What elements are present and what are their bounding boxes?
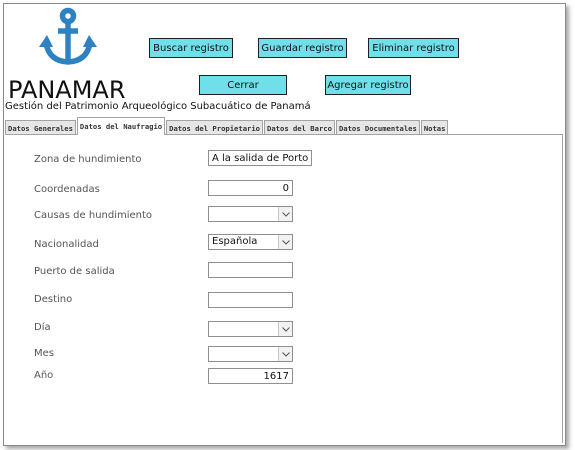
tab-notas[interactable]: Notas (420, 120, 449, 135)
destino-label: Destino (34, 294, 73, 305)
chevron-down-icon[interactable] (278, 347, 292, 361)
search-record-button[interactable]: Buscar registro (149, 38, 233, 58)
puerto-input[interactable] (208, 262, 293, 278)
tab-datos-generales[interactable]: Datos Generales (5, 120, 76, 135)
anio-input[interactable] (208, 368, 293, 384)
nacionalidad-select-value: Española (212, 236, 258, 247)
close-button[interactable]: Cerrar (199, 75, 287, 95)
zona-label: Zona de hundimiento (34, 154, 142, 165)
anchor-icon (39, 7, 97, 65)
coordenadas-label: Coordenadas (34, 184, 100, 195)
dia-label: Día (34, 322, 51, 333)
tab-datos-documentales[interactable]: Datos Documentales (335, 120, 420, 135)
tab-datos-barco[interactable]: Datos del Barco (264, 120, 335, 135)
causas-select[interactable] (208, 206, 293, 222)
form-window: PANAMAR Gestión del Patrimonio Arqueológ… (3, 3, 566, 446)
tab-panel-naufragio: Zona de hundimiento Coordenadas Causas d… (5, 134, 563, 443)
tab-datos-propietario[interactable]: Datos del Propietario (166, 120, 264, 135)
chevron-down-icon[interactable] (278, 322, 292, 336)
mes-label: Mes (34, 348, 54, 359)
tab-datos-naufragio[interactable]: Datos del Naufragio (76, 117, 166, 135)
coordenadas-input[interactable] (208, 180, 293, 196)
chevron-down-icon[interactable] (278, 207, 292, 221)
nacionalidad-select[interactable]: Española (208, 234, 293, 250)
add-record-button[interactable]: Agregar registro (325, 75, 411, 95)
dia-select[interactable] (208, 321, 293, 337)
puerto-label: Puerto de salida (34, 266, 115, 277)
zona-input[interactable] (208, 150, 312, 166)
mes-select[interactable] (208, 346, 293, 362)
anio-label: Año (34, 370, 54, 381)
save-record-button[interactable]: Guardar registro (258, 38, 347, 58)
nacionalidad-label: Nacionalidad (34, 239, 99, 250)
destino-input[interactable] (208, 292, 293, 308)
brand-name: PANAMAR (8, 76, 126, 104)
chevron-down-icon[interactable] (278, 235, 292, 249)
tab-bar: Datos Generales Datos del Naufragio Dato… (5, 117, 449, 135)
delete-record-button[interactable]: Eliminar registro (368, 38, 459, 58)
causas-label: Causas de hundimiento (34, 210, 153, 221)
brand-subtitle: Gestión del Patrimonio Arqueológico Suba… (5, 101, 311, 112)
